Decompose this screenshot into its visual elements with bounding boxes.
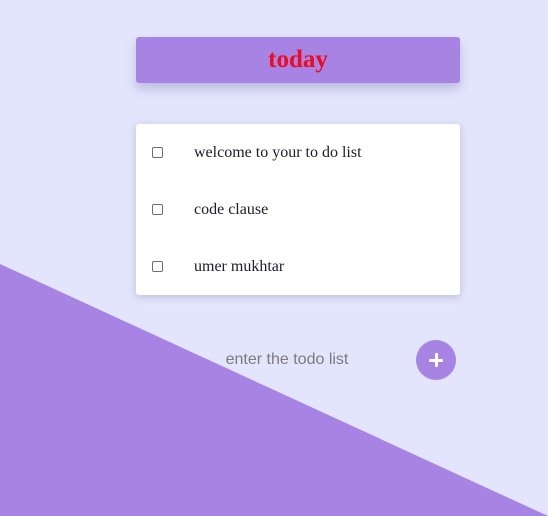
- add-todo-button[interactable]: [416, 340, 456, 380]
- todo-item: umer mukhtar: [136, 238, 460, 295]
- page-title: today: [268, 46, 328, 73]
- todo-input[interactable]: [192, 346, 382, 374]
- plus-icon: [429, 353, 443, 367]
- todo-text: code clause: [194, 200, 269, 218]
- todo-checkbox[interactable]: [152, 147, 163, 158]
- todo-item: code clause: [136, 181, 460, 238]
- todo-list: welcome to your to do list code clause u…: [136, 124, 460, 295]
- todo-checkbox[interactable]: [152, 204, 163, 215]
- todo-item: welcome to your to do list: [136, 124, 460, 181]
- todo-checkbox[interactable]: [152, 261, 163, 272]
- header-bar: today: [136, 37, 460, 83]
- todo-text: welcome to your to do list: [194, 143, 362, 161]
- todo-text: umer mukhtar: [194, 257, 285, 275]
